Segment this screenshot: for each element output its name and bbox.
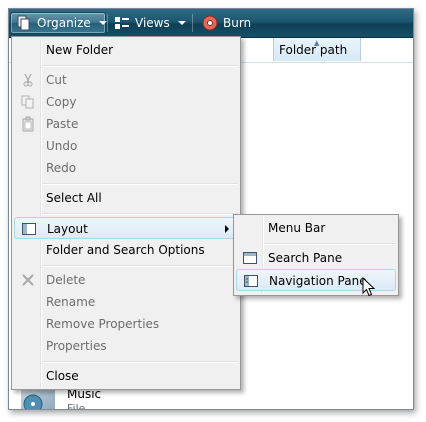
menu-separator bbox=[42, 213, 238, 215]
copy-icon bbox=[20, 94, 36, 110]
menu-item-cut[interactable]: Cut bbox=[14, 69, 238, 91]
menu-item-remove-properties[interactable]: Remove Properties bbox=[14, 313, 238, 335]
menu-item-redo[interactable]: Redo bbox=[14, 157, 238, 179]
menu-separator bbox=[42, 183, 238, 185]
menu-item-select-all[interactable]: Select All bbox=[14, 187, 238, 209]
menu-separator bbox=[42, 361, 238, 363]
search-pane-icon bbox=[242, 250, 258, 266]
menu-separator bbox=[42, 65, 238, 67]
menu-item-search-pane[interactable]: Search Pane bbox=[236, 247, 396, 269]
burn-disc-icon bbox=[202, 15, 218, 31]
submenu-arrow-icon bbox=[225, 225, 229, 233]
burn-button[interactable]: Burn bbox=[197, 12, 261, 34]
menu-item-folder-search-options[interactable]: Folder and Search Options bbox=[14, 239, 238, 261]
scissors-icon bbox=[20, 72, 36, 88]
layout-icon bbox=[21, 221, 37, 237]
views-icon bbox=[114, 15, 130, 31]
organize-label: Organize bbox=[37, 16, 91, 30]
menu-item-paste[interactable]: Paste bbox=[14, 113, 238, 135]
folder-path-column-header[interactable]: ▲ Folder path bbox=[273, 38, 361, 61]
organize-button[interactable]: Organize bbox=[10, 12, 107, 34]
toolbar-divider bbox=[192, 14, 193, 32]
menu-item-rename[interactable]: Rename bbox=[14, 291, 238, 313]
mouse-pointer-icon bbox=[362, 276, 376, 297]
menu-item-properties[interactable]: Properties bbox=[14, 335, 238, 357]
organize-menu: New Folder Cut Copy Paste Undo Redo Sele… bbox=[11, 36, 241, 390]
menu-item-undo[interactable]: Undo bbox=[14, 135, 238, 157]
item-type: File Folder bbox=[67, 402, 86, 410]
command-bar: Organize Views Burn bbox=[9, 9, 413, 38]
paste-icon bbox=[20, 116, 36, 132]
menu-item-copy[interactable]: Copy bbox=[14, 91, 238, 113]
delete-x-icon bbox=[20, 272, 36, 288]
navigation-pane-icon bbox=[243, 273, 259, 289]
menu-item-delete[interactable]: Delete bbox=[14, 269, 238, 291]
menu-item-menu-bar[interactable]: Menu Bar bbox=[236, 217, 396, 239]
menu-separator bbox=[264, 243, 396, 245]
chevron-down-icon bbox=[98, 21, 107, 25]
burn-label: Burn bbox=[223, 16, 252, 30]
chevron-down-icon bbox=[177, 21, 186, 25]
menu-item-new-folder[interactable]: New Folder bbox=[14, 39, 238, 61]
menu-item-layout[interactable]: Layout bbox=[14, 217, 238, 239]
views-button[interactable]: Views bbox=[109, 12, 189, 34]
organize-icon bbox=[16, 15, 32, 31]
sort-ascending-icon: ▲ bbox=[314, 39, 320, 47]
toolbar-divider bbox=[107, 14, 108, 32]
views-label: Views bbox=[135, 16, 170, 30]
menu-separator bbox=[42, 265, 238, 267]
menu-item-close[interactable]: Close bbox=[14, 365, 238, 387]
